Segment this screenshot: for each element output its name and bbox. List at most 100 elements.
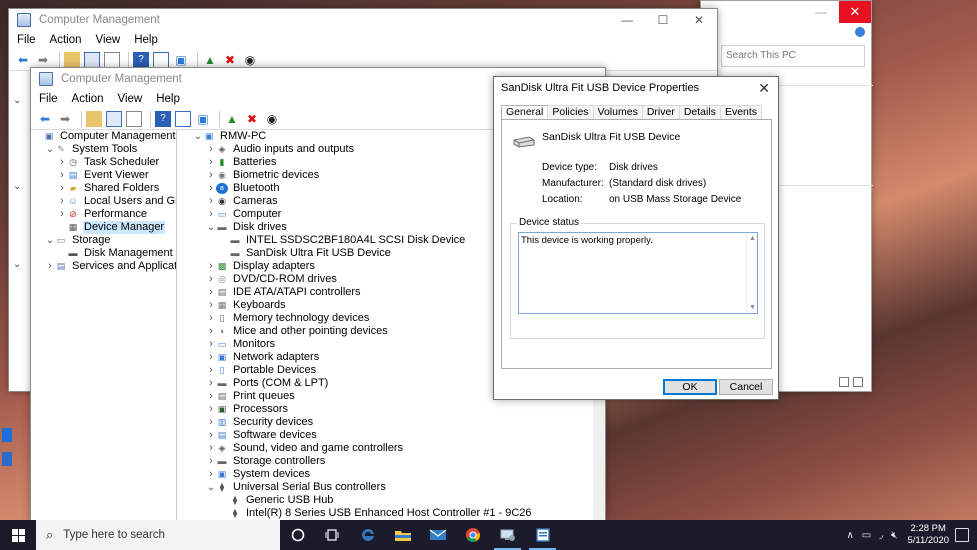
chevron-right-icon[interactable]: ›	[206, 377, 216, 390]
chevron-right-icon[interactable]: ›	[57, 208, 67, 221]
scan-hardware-icon[interactable]: ◉	[264, 111, 280, 127]
clock[interactable]: 2:28 PM 5/11/2020	[907, 523, 949, 547]
tab-volumes[interactable]: Volumes	[592, 105, 643, 119]
status-scrollbar[interactable]: ▲ ▼	[746, 233, 757, 313]
menu-action[interactable]: Action	[72, 93, 104, 105]
device-tree-item[interactable]: ⧫ Generic USB Hub	[177, 494, 605, 507]
chevron-right-icon[interactable]: ›	[206, 338, 216, 351]
menu-view[interactable]: View	[118, 93, 143, 105]
console-tree-item[interactable]: ▬ Disk Management	[31, 247, 176, 260]
close-button[interactable]: ✕	[681, 9, 717, 31]
uninstall-icon[interactable]: ✖	[244, 111, 260, 127]
details-view-icon[interactable]	[839, 377, 849, 387]
close-button[interactable]: ✕	[839, 1, 871, 23]
action-pane-icon[interactable]	[175, 110, 191, 127]
chevron-right-icon[interactable]: ›	[206, 442, 216, 455]
console-tree-item[interactable]: ⌄ ✎ System Tools	[31, 143, 176, 156]
large-icons-view-icon[interactable]	[853, 377, 863, 387]
device-tree-item[interactable]: › ▤ Software devices	[177, 429, 605, 442]
chevron-up-icon[interactable]: ▲	[749, 235, 756, 242]
chevron-down-icon[interactable]: ⌄	[45, 234, 55, 247]
up-folder-icon[interactable]	[86, 110, 102, 127]
monitor-icon[interactable]: ▣	[195, 111, 211, 127]
file-explorer-button[interactable]	[385, 520, 420, 550]
update-driver-icon[interactable]: ▲	[224, 111, 240, 127]
console-tree-item[interactable]: ›☺ Local Users and Groups	[31, 195, 176, 208]
forward-arrow-icon[interactable]: ➡	[35, 52, 51, 68]
tab-details[interactable]: Details	[678, 105, 721, 119]
chevron-down-icon[interactable]: ⌄	[13, 95, 21, 106]
menu-view[interactable]: View	[96, 34, 121, 46]
chevron-right-icon[interactable]: ›	[206, 390, 216, 403]
show-hide-tree-icon[interactable]	[106, 110, 122, 127]
chevron-down-icon[interactable]: ⌄	[206, 481, 216, 494]
chrome-button[interactable]	[455, 520, 490, 550]
chevron-right-icon[interactable]: ›	[57, 156, 67, 169]
chevron-right-icon[interactable]: ›	[206, 416, 216, 429]
properties-icon[interactable]	[126, 110, 142, 127]
menu-help[interactable]: Help	[134, 34, 158, 46]
chevron-right-icon[interactable]: ›	[206, 182, 216, 195]
chevron-right-icon[interactable]: ›	[206, 312, 216, 325]
chevron-right-icon[interactable]: ›	[206, 208, 216, 221]
chevron-down-icon[interactable]: ⌄	[13, 259, 21, 270]
volume-mute-icon[interactable]: 🔇︎	[891, 530, 897, 541]
back-arrow-icon[interactable]: ⬅	[15, 52, 31, 68]
device-tree-item[interactable]: › ▥ Security devices	[177, 416, 605, 429]
start-button[interactable]	[0, 520, 36, 550]
up-folder-icon[interactable]	[64, 51, 80, 68]
wifi-icon[interactable]: ◞	[879, 530, 883, 541]
show-hidden-icons-icon[interactable]: ∧	[846, 530, 853, 541]
mail-button[interactable]	[420, 520, 455, 550]
desktop-shortcut-icon[interactable]	[2, 452, 12, 466]
chevron-right-icon[interactable]: ›	[206, 273, 216, 286]
taskbar-search-box[interactable]: ⌕ Type here to search	[36, 520, 280, 550]
action-pane-icon[interactable]	[153, 51, 169, 68]
close-icon[interactable]: ✕	[758, 80, 770, 97]
cancel-button[interactable]: Cancel	[719, 379, 773, 395]
help-icon[interactable]	[855, 27, 865, 37]
chevron-down-icon[interactable]: ▼	[749, 304, 756, 311]
chevron-right-icon[interactable]: ›	[206, 468, 216, 481]
update-driver-icon[interactable]: ▲	[202, 52, 218, 68]
device-tree-item[interactable]: › ▣ System devices	[177, 468, 605, 481]
device-tree-item[interactable]: › ▣ Processors	[177, 403, 605, 416]
chevron-right-icon[interactable]: ›	[45, 260, 55, 273]
chevron-right-icon[interactable]: ›	[57, 195, 67, 208]
properties-icon[interactable]	[104, 51, 120, 68]
console-tree-item[interactable]: ▣ Computer Management (Local	[31, 130, 176, 143]
desktop-shortcut-icon[interactable]	[2, 428, 12, 442]
minimize-button[interactable]: —	[815, 1, 827, 23]
chevron-right-icon[interactable]: ›	[206, 156, 216, 169]
chevron-right-icon[interactable]: ›	[206, 195, 216, 208]
chevron-right-icon[interactable]: ›	[57, 182, 67, 195]
chevron-right-icon[interactable]: ›	[206, 364, 216, 377]
console-tree-item[interactable]: ⌄ ▭ Storage	[31, 234, 176, 247]
chevron-right-icon[interactable]: ›	[206, 351, 216, 364]
chevron-right-icon[interactable]: ›	[57, 169, 67, 182]
help-icon[interactable]: ?	[133, 51, 149, 68]
maximize-button[interactable]: ☐	[645, 9, 681, 31]
console-tree-item[interactable]: ▦ Device Manager	[31, 221, 176, 234]
forward-arrow-icon[interactable]: ➡	[57, 111, 73, 127]
uninstall-icon[interactable]: ✖	[222, 52, 238, 68]
back-arrow-icon[interactable]: ⬅	[37, 111, 53, 127]
chevron-right-icon[interactable]: ›	[206, 403, 216, 416]
monitor-icon[interactable]: ▣	[173, 52, 189, 68]
tab-policies[interactable]: Policies	[547, 105, 594, 119]
console-tree-item[interactable]: ›▤ Services and Applications	[31, 260, 176, 273]
menu-file[interactable]: File	[39, 93, 58, 105]
device-tree-item[interactable]: ⌄ ⧫ Universal Serial Bus controllers	[177, 481, 605, 494]
device-properties-taskbar-button[interactable]	[525, 520, 560, 550]
chevron-right-icon[interactable]: ›	[206, 143, 216, 156]
cortana-button[interactable]	[280, 520, 315, 550]
menu-file[interactable]: File	[17, 34, 36, 46]
device-tree-item[interactable]: ⧫ Intel(R) 8 Series USB Enhanced Host Con…	[177, 507, 605, 520]
console-tree-item[interactable]: › ▤ Event Viewer	[31, 169, 176, 182]
chevron-down-icon[interactable]: ⌄	[45, 143, 55, 156]
device-tree-item[interactable]: › ▬ Storage controllers	[177, 455, 605, 468]
menu-help[interactable]: Help	[156, 93, 180, 105]
chevron-down-icon[interactable]: ⌄	[206, 221, 216, 234]
computer-management-taskbar-button[interactable]	[490, 520, 525, 550]
search-this-pc-input[interactable]: Search This PC	[721, 45, 865, 67]
